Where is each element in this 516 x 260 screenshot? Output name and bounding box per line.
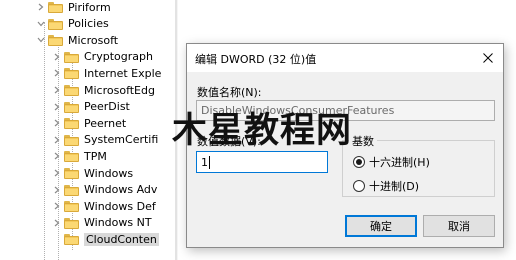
tree-item-label: Microsoft bbox=[68, 33, 119, 47]
chevron-right-icon[interactable] bbox=[52, 166, 62, 180]
tree-item-label: Peernet bbox=[84, 116, 127, 130]
chevron-right-icon[interactable] bbox=[52, 216, 62, 230]
folder-icon bbox=[64, 200, 79, 213]
tree-item[interactable]: Internet Exple bbox=[52, 64, 161, 82]
tree-item[interactable]: CloudConten bbox=[52, 230, 159, 248]
tree-item-label: CloudConten bbox=[84, 232, 159, 246]
watermark-logo: 木星教程网 bbox=[172, 111, 353, 151]
chevron-right-icon[interactable] bbox=[52, 133, 62, 147]
value-data-input[interactable]: 1 bbox=[196, 151, 328, 173]
cancel-button[interactable]: 取消 bbox=[423, 215, 495, 237]
folder-icon bbox=[48, 1, 63, 13]
tree-item[interactable]: Windows Adv bbox=[52, 181, 157, 199]
tree-item-label: TPM bbox=[84, 149, 107, 163]
tree-item[interactable]: Cryptograph bbox=[52, 48, 153, 66]
radio-decimal-indicator[interactable] bbox=[353, 180, 365, 192]
tree-item[interactable]: Windows Def bbox=[52, 197, 156, 215]
folder-icon bbox=[64, 117, 79, 130]
tree-item-label: Windows NT bbox=[84, 216, 152, 230]
chevron-right-icon[interactable] bbox=[36, 0, 46, 14]
radio-decimal-label: 十进制(D) bbox=[369, 180, 420, 193]
tree-item[interactable]: Windows bbox=[52, 164, 133, 182]
chevron-right-icon[interactable] bbox=[52, 199, 62, 213]
dialog-title: 编辑 DWORD (32 位)值 bbox=[195, 53, 317, 66]
folder-icon bbox=[64, 134, 79, 146]
tree-guide-line bbox=[44, 22, 45, 260]
ok-button[interactable]: 确定 bbox=[345, 215, 417, 237]
text-caret bbox=[209, 155, 210, 169]
radio-hex-indicator[interactable] bbox=[353, 156, 365, 168]
close-icon bbox=[483, 53, 493, 63]
folder-icon bbox=[64, 167, 79, 179]
tree-item[interactable]: Policies bbox=[36, 15, 109, 33]
tree-item-label: PeerDist bbox=[84, 100, 130, 114]
chevron-right-icon[interactable] bbox=[52, 116, 62, 130]
folder-icon bbox=[64, 233, 79, 246]
tree-item[interactable]: Peernet bbox=[52, 114, 126, 132]
registry-tree: Piriform Policies Microsoft Cryptograph Inte… bbox=[0, 0, 175, 260]
regedit-window: Piriform Policies Microsoft Cryptograph Inte… bbox=[0, 0, 516, 260]
tree-item[interactable]: TPM bbox=[52, 147, 107, 165]
radio-hex-label: 十六进制(H) bbox=[369, 156, 430, 169]
folder-icon bbox=[64, 184, 79, 196]
folder-icon bbox=[64, 84, 79, 96]
tree-item-label: Piriform bbox=[68, 0, 111, 14]
tree-item[interactable]: Microsoft bbox=[36, 31, 118, 49]
tree-item-label: MicrosoftEdg bbox=[84, 83, 155, 97]
close-button[interactable] bbox=[473, 44, 503, 72]
chevron-right-icon[interactable] bbox=[52, 149, 62, 163]
folder-icon bbox=[64, 51, 79, 63]
chevron-right-icon[interactable] bbox=[52, 100, 62, 114]
folder-icon bbox=[64, 217, 79, 229]
folder-icon bbox=[64, 150, 79, 163]
value-data-text: 1 bbox=[201, 155, 208, 169]
chevron-down-icon[interactable] bbox=[36, 17, 46, 31]
base-group-label: 基数 bbox=[349, 133, 377, 149]
tree-item-label: Windows Adv bbox=[84, 183, 158, 197]
folder-icon bbox=[48, 18, 63, 30]
folder-icon bbox=[48, 34, 63, 47]
folder-icon bbox=[64, 67, 79, 80]
tree-item-label: Windows Def bbox=[84, 199, 156, 213]
chevron-right-icon[interactable] bbox=[52, 183, 62, 197]
chevron-down-icon[interactable] bbox=[36, 33, 46, 47]
chevron-right-icon[interactable] bbox=[52, 66, 62, 80]
tree-item-label: Internet Exple bbox=[84, 66, 162, 80]
tree-item[interactable]: PeerDist bbox=[52, 98, 130, 116]
tree-item[interactable]: SystemCertifi bbox=[52, 131, 158, 149]
tree-item-label: Policies bbox=[68, 17, 109, 31]
tree-item-label: Cryptograph bbox=[84, 50, 153, 64]
radio-hex[interactable]: 十六进制(H) bbox=[353, 154, 430, 170]
chevron-right-icon[interactable] bbox=[52, 83, 62, 97]
chevron-right-icon[interactable] bbox=[52, 50, 62, 64]
value-name-label: 数值名称(N): bbox=[197, 86, 262, 99]
tree-item[interactable]: MicrosoftEdg bbox=[52, 81, 155, 99]
tree-item[interactable]: Windows NT bbox=[52, 214, 152, 232]
tree-item-label: Windows bbox=[84, 166, 134, 180]
folder-icon bbox=[64, 101, 79, 113]
dialog-titlebar[interactable]: 编辑 DWORD (32 位)值 bbox=[187, 44, 503, 72]
tree-item-label: SystemCertifi bbox=[84, 133, 159, 147]
tree-item[interactable]: Piriform bbox=[36, 0, 111, 16]
radio-decimal[interactable]: 十进制(D) bbox=[353, 178, 419, 194]
